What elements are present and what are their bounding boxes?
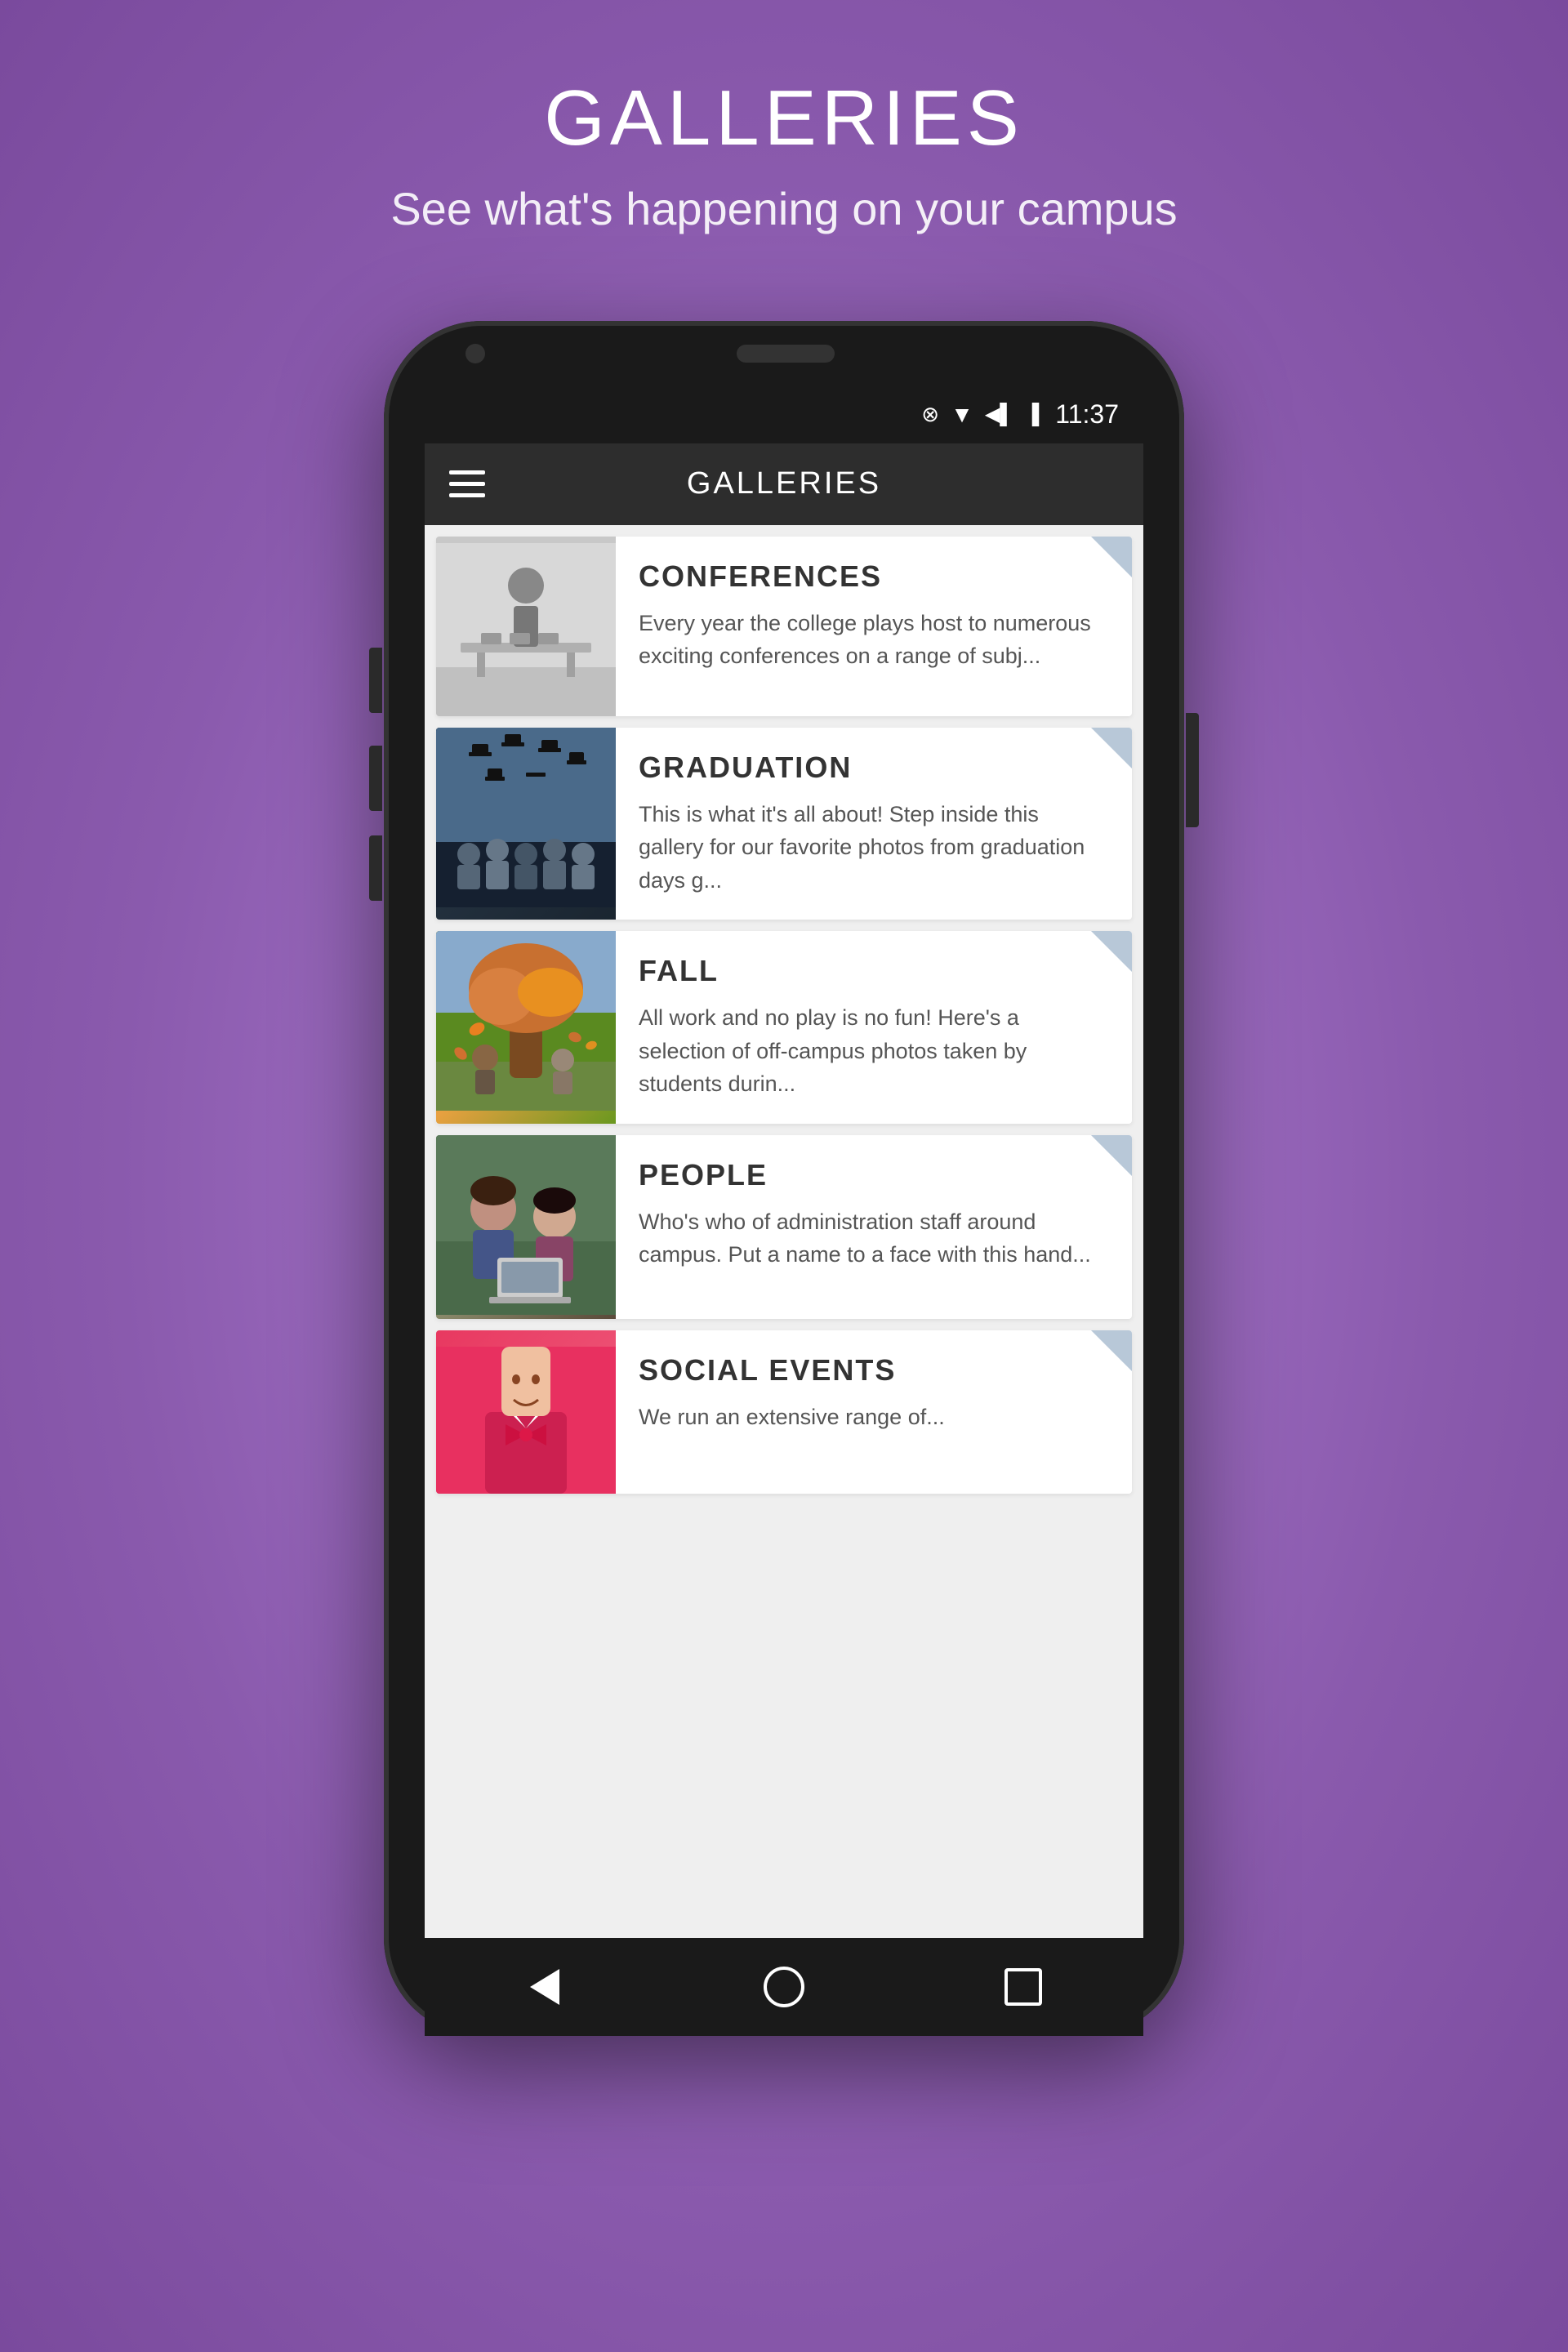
- corner-fold: [1091, 728, 1132, 768]
- graduation-thumb-svg: [436, 728, 616, 907]
- conferences-thumbnail: [436, 537, 616, 716]
- fall-content: FALL All work and no play is no fun! Her…: [616, 931, 1132, 1124]
- nav-home-button[interactable]: [755, 1958, 813, 2016]
- list-item[interactable]: GRADUATION This is what it's all about! …: [436, 728, 1132, 920]
- social-thumb-svg: [436, 1347, 616, 1494]
- social-content: SOCIAL EVENTS We run an extensive range …: [616, 1330, 1132, 1494]
- gallery-list[interactable]: CONFERENCES Every year the college plays…: [425, 525, 1143, 1938]
- page-title: GALLERIES: [544, 74, 1024, 163]
- social-description: We run an extensive range of...: [639, 1401, 1107, 1434]
- people-content: PEOPLE Who's who of administration staff…: [616, 1135, 1132, 1319]
- corner-fold: [1091, 1135, 1132, 1176]
- battery-icon: ▐: [1025, 403, 1039, 426]
- app-screen: GALLERIES: [425, 443, 1143, 1938]
- conferences-content: CONFERENCES Every year the college plays…: [616, 537, 1132, 716]
- list-item[interactable]: PEOPLE Who's who of administration staff…: [436, 1135, 1132, 1319]
- hamburger-line-3: [449, 493, 485, 497]
- fall-description: All work and no play is no fun! Here's a…: [639, 1001, 1107, 1101]
- signal-icon: ◀▌: [985, 403, 1013, 426]
- list-item[interactable]: SOCIAL EVENTS We run an extensive range …: [436, 1330, 1132, 1494]
- nav-back-button[interactable]: [516, 1958, 573, 2016]
- header-title: GALLERIES: [485, 466, 1083, 501]
- phone-top-bar: [384, 321, 1184, 386]
- graduation-description: This is what it's all about! Step inside…: [639, 798, 1107, 898]
- list-item[interactable]: FALL All work and no play is no fun! Her…: [436, 931, 1132, 1124]
- wifi-icon: ▼: [951, 402, 973, 428]
- fall-title: FALL: [639, 954, 1107, 988]
- social-title: SOCIAL EVENTS: [639, 1353, 1107, 1388]
- corner-fold: [1091, 1330, 1132, 1371]
- conferences-description: Every year the college plays host to num…: [639, 607, 1107, 673]
- hamburger-line-1: [449, 470, 485, 474]
- social-thumbnail: [436, 1330, 616, 1494]
- people-thumb-svg: [436, 1135, 616, 1315]
- camera-dot: [466, 344, 485, 363]
- nav-recent-button[interactable]: [995, 1958, 1052, 2016]
- status-bar: ⊗ ▼ ◀▌ ▐ 11:37: [425, 386, 1143, 443]
- speaker-grille: [737, 345, 835, 363]
- graduation-content: GRADUATION This is what it's all about! …: [616, 728, 1132, 920]
- page-subtitle: See what's happening on your campus: [390, 180, 1177, 239]
- corner-fold: [1091, 931, 1132, 972]
- conferences-title: CONFERENCES: [639, 559, 1107, 594]
- fall-thumbnail: [436, 931, 616, 1124]
- hamburger-line-2: [449, 482, 485, 486]
- bottom-nav: [425, 1938, 1143, 2036]
- hamburger-menu[interactable]: [449, 470, 485, 497]
- app-header: GALLERIES: [425, 443, 1143, 525]
- back-arrow-icon: [530, 1969, 559, 2005]
- people-description: Who's who of administration staff around…: [639, 1205, 1107, 1272]
- graduation-title: GRADUATION: [639, 751, 1107, 785]
- no-sim-icon: ⊗: [921, 402, 939, 427]
- people-thumbnail: [436, 1135, 616, 1319]
- phone-shell: ⊗ ▼ ◀▌ ▐ 11:37 GALLERIES: [384, 321, 1184, 2036]
- corner-fold: [1091, 537, 1132, 577]
- conferences-thumb-svg: [436, 537, 616, 716]
- home-circle-icon: [764, 1967, 804, 2007]
- list-item[interactable]: CONFERENCES Every year the college plays…: [436, 537, 1132, 716]
- people-title: PEOPLE: [639, 1158, 1107, 1192]
- status-icons: ⊗ ▼ ◀▌ ▐: [921, 402, 1039, 428]
- graduation-thumbnail: [436, 728, 616, 920]
- fall-thumb-svg: [436, 931, 616, 1111]
- recent-square-icon: [1004, 1968, 1042, 2006]
- status-time: 11:37: [1055, 399, 1119, 430]
